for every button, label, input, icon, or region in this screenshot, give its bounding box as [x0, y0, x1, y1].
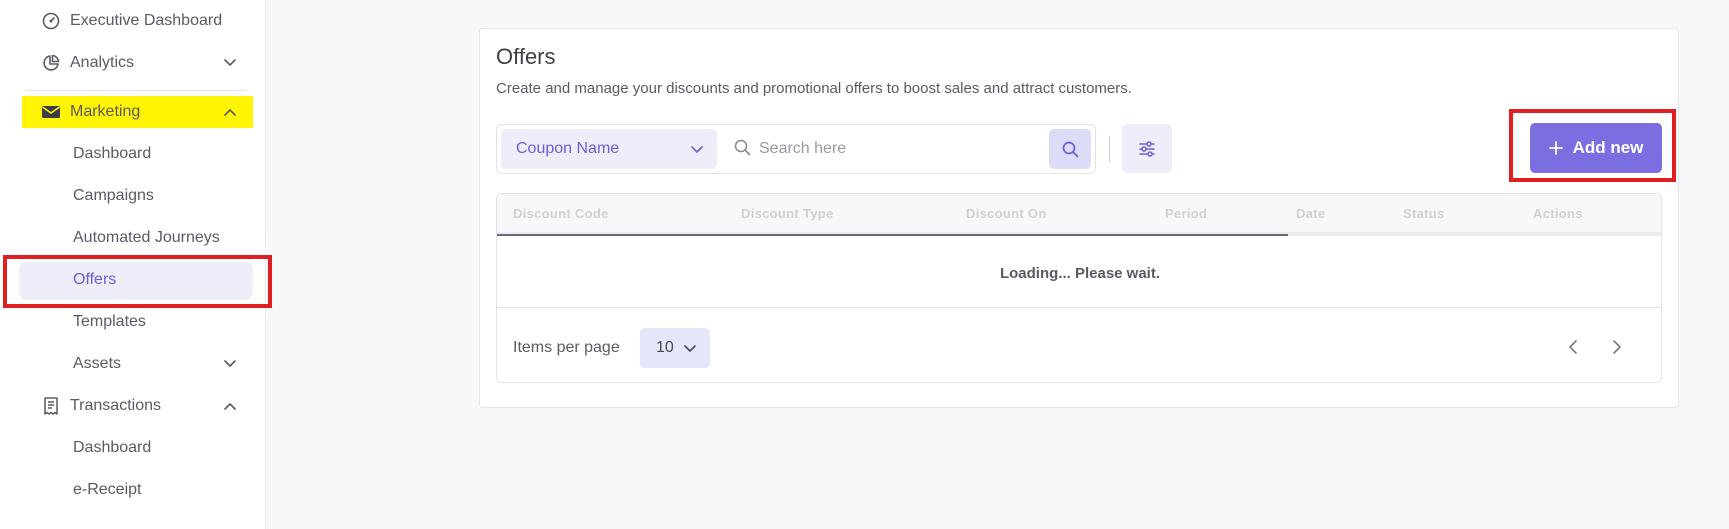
chevron-down-icon — [222, 356, 238, 372]
sidebar-item-templates[interactable]: Templates — [0, 304, 266, 340]
chevron-down-icon — [684, 340, 696, 358]
filter-field-select[interactable]: Coupon Name — [501, 129, 717, 169]
dashboard-gauge-icon — [41, 11, 61, 31]
items-per-page-label: Items per page — [513, 339, 620, 356]
header-progress-bar — [497, 234, 1288, 236]
sidebar-item-label: Marketing — [70, 103, 141, 120]
offers-table: Discount Code Discount Type Discount On … — [496, 193, 1662, 383]
table-header: Discount Code Discount Type Discount On … — [497, 194, 1661, 236]
sidebar-item-label: Templates — [73, 313, 146, 330]
sidebar-item-label: Campaigns — [73, 187, 154, 204]
receipt-icon — [41, 396, 61, 416]
chevron-up-icon — [222, 398, 238, 414]
page-description: Create and manage your discounts and pro… — [496, 80, 1132, 97]
sidebar-item-e-receipt[interactable]: e-Receipt — [0, 472, 266, 508]
column-header-discount-code[interactable]: Discount Code — [513, 206, 609, 221]
chevron-down-icon — [222, 55, 238, 71]
sidebar-item-marketing[interactable]: Marketing — [0, 94, 266, 130]
pie-chart-icon — [41, 53, 61, 73]
toolbar-separator — [1109, 136, 1110, 162]
next-page-button[interactable] — [1612, 339, 1622, 360]
sidebar-item-transactions[interactable]: Transactions — [0, 388, 266, 424]
envelope-icon — [41, 102, 61, 122]
column-header-actions: Actions — [1533, 206, 1583, 221]
search-button[interactable] — [1049, 129, 1091, 169]
sidebar-item-label: Analytics — [70, 54, 135, 71]
page-title: Offers — [496, 44, 556, 69]
sidebar-item-marketing-dashboard[interactable]: Dashboard — [0, 136, 266, 172]
filter-settings-button[interactable] — [1122, 124, 1172, 173]
sidebar-item-analytics[interactable]: Analytics — [0, 45, 266, 81]
loading-message: Loading... Please wait. — [497, 240, 1661, 308]
previous-page-button[interactable] — [1568, 339, 1578, 360]
chevron-down-icon — [691, 141, 703, 159]
column-header-date[interactable]: Date — [1296, 206, 1325, 221]
sidebar-item-label: Executive Dashboard — [70, 12, 223, 29]
sidebar-item-executive-dashboard[interactable]: Executive Dashboard — [0, 3, 266, 39]
sliders-icon — [1139, 140, 1155, 157]
sidebar: Executive Dashboard Analytics Marketing … — [0, 0, 272, 529]
search-icon — [734, 139, 751, 161]
column-header-period[interactable]: Period — [1165, 206, 1207, 221]
sidebar-item-label: Assets — [73, 355, 122, 372]
sidebar-item-assets[interactable]: Assets — [0, 346, 266, 382]
items-per-page-value: 10 — [656, 339, 674, 356]
filter-field-value: Coupon Name — [516, 140, 620, 157]
sidebar-item-label: Automated Journeys — [73, 229, 220, 246]
sidebar-item-campaigns[interactable]: Campaigns — [0, 178, 266, 214]
sidebar-item-label: e-Receipt — [73, 481, 142, 498]
items-per-page-select[interactable]: 10 — [640, 328, 710, 368]
sidebar-item-transactions-dashboard[interactable]: Dashboard — [0, 430, 266, 466]
search-group: Coupon Name — [496, 124, 1096, 174]
column-header-discount-type[interactable]: Discount Type — [741, 206, 834, 221]
sidebar-item-label: Dashboard — [73, 145, 152, 162]
sidebar-item-label: Dashboard — [73, 439, 152, 456]
sidebar-item-automated-journeys[interactable]: Automated Journeys — [0, 220, 266, 256]
annotation-box-offers — [3, 255, 272, 308]
chevron-right-icon — [1613, 340, 1621, 354]
column-header-status[interactable]: Status — [1403, 206, 1445, 221]
search-input[interactable] — [759, 133, 1039, 165]
chevron-up-icon — [222, 104, 238, 120]
column-header-discount-on[interactable]: Discount On — [966, 206, 1047, 221]
chevron-left-icon — [1569, 340, 1577, 354]
search-icon — [1062, 141, 1078, 157]
sidebar-divider — [26, 90, 246, 91]
sidebar-item-label: Transactions — [70, 397, 161, 414]
annotation-box-add-new — [1509, 109, 1676, 182]
